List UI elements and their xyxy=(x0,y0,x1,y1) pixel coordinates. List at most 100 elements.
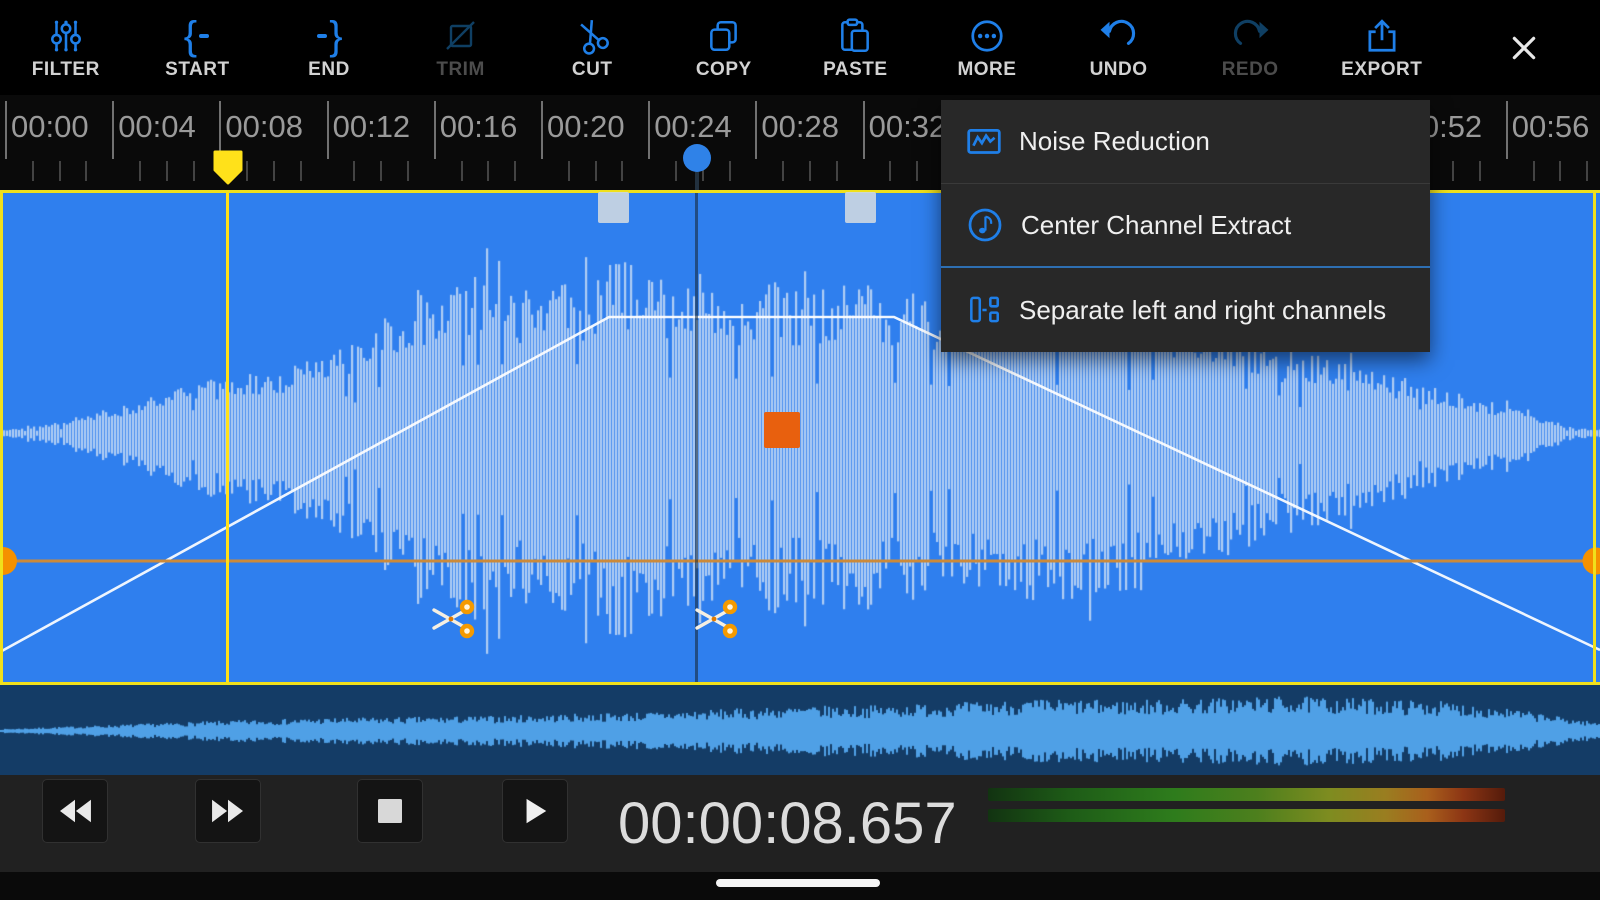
paste-icon xyxy=(836,14,874,58)
undo-icon xyxy=(1100,14,1138,58)
cut-label: CUT xyxy=(572,59,613,81)
center-channel-icon xyxy=(965,205,1005,245)
bottom-strip xyxy=(0,872,1600,900)
undo-button[interactable]: UNDO xyxy=(1053,0,1185,95)
time-display: 00:00:08.657 xyxy=(618,775,957,872)
trim-button: TRIM xyxy=(395,0,527,95)
stop-icon xyxy=(377,798,403,824)
ruler-tick-major xyxy=(1506,101,1508,159)
paste-label: PASTE xyxy=(823,59,887,81)
ruler-label: 00:20 xyxy=(547,109,625,145)
selection-end-icon: } xyxy=(315,14,342,58)
ruler-tick-major xyxy=(863,101,865,159)
toolbar: FILTER { START } END TRIM xyxy=(0,0,1600,95)
cut-scissors-icon xyxy=(573,14,611,58)
ruler-label: 00:08 xyxy=(225,109,303,145)
more-button[interactable]: MORE xyxy=(921,0,1053,95)
ruler-label: 00:00 xyxy=(11,109,89,145)
fade-envelope-line xyxy=(0,317,1600,652)
ruler-tick-major xyxy=(327,101,329,159)
ruler-tick-minor xyxy=(621,161,623,181)
rewind-icon xyxy=(55,796,95,826)
menu-item-separate-channels[interactable]: Separate left and right channels xyxy=(941,268,1430,352)
level-meters xyxy=(988,788,1505,830)
trim-icon xyxy=(443,14,479,58)
paste-button[interactable]: PASTE xyxy=(790,0,922,95)
ruler-label: 00:24 xyxy=(654,109,732,145)
overview-waveform-canvas[interactable] xyxy=(0,685,1600,775)
ruler-tick-minor xyxy=(1533,161,1535,181)
end-button[interactable]: } END xyxy=(263,0,395,95)
cut-button[interactable]: CUT xyxy=(526,0,658,95)
overview-strip[interactable] xyxy=(0,685,1600,775)
more-label: MORE xyxy=(957,59,1016,81)
ruler-tick-minor xyxy=(836,161,838,181)
fast-forward-button[interactable] xyxy=(195,779,261,843)
playhead-marker[interactable] xyxy=(682,143,712,190)
separate-channels-icon xyxy=(965,291,1003,329)
ruler-tick-minor xyxy=(353,161,355,181)
ruler-tick-minor xyxy=(273,161,275,181)
more-menu: Noise Reduction Center Channel Extract xyxy=(941,100,1430,352)
ruler-tick-minor xyxy=(1452,161,1454,181)
stop-button[interactable] xyxy=(357,779,423,843)
split-scissors-icon[interactable] xyxy=(430,597,476,643)
close-button[interactable] xyxy=(1448,0,1600,95)
selection-start-marker[interactable] xyxy=(212,150,244,186)
filter-button[interactable]: FILTER xyxy=(0,0,132,95)
export-button[interactable]: EXPORT xyxy=(1316,0,1448,95)
ruler-tick-minor xyxy=(1559,161,1561,181)
ruler-tick-minor xyxy=(166,161,168,181)
export-icon xyxy=(1363,14,1401,58)
start-button[interactable]: { START xyxy=(132,0,264,95)
volume-handle-right[interactable] xyxy=(1583,548,1600,575)
menu-item-center-channel-extract[interactable]: Center Channel Extract xyxy=(941,184,1430,268)
ruler-tick-minor xyxy=(729,161,731,181)
ruler-tick-minor xyxy=(809,161,811,181)
ruler-tick-minor xyxy=(568,161,570,181)
ruler-tick-minor xyxy=(246,161,248,181)
selection-border-left xyxy=(0,190,3,685)
export-label: EXPORT xyxy=(1341,59,1422,81)
fast-forward-icon xyxy=(208,796,248,826)
ruler-label: 00:32 xyxy=(869,109,947,145)
more-icon xyxy=(968,14,1006,58)
selection-start-icon: { xyxy=(184,14,211,58)
transport-bar: 00:00:08.657 xyxy=(0,775,1600,872)
audio-editor-screen: FILTER { START } END TRIM xyxy=(0,0,1600,900)
trim-label: TRIM xyxy=(436,59,484,81)
play-button[interactable] xyxy=(502,779,568,843)
ruler-tick-minor xyxy=(32,161,34,181)
envelope-node-handle[interactable] xyxy=(845,192,876,223)
ruler-tick-minor xyxy=(139,161,141,181)
rewind-button[interactable] xyxy=(42,779,108,843)
ruler-tick-minor xyxy=(1479,161,1481,181)
ruler-label: 00:12 xyxy=(333,109,411,145)
ruler-tick-minor xyxy=(782,161,784,181)
filter-label: FILTER xyxy=(32,59,100,81)
ruler-tick-minor xyxy=(595,161,597,181)
ruler-tick-minor xyxy=(675,161,677,181)
undo-label: UNDO xyxy=(1090,59,1148,81)
menu-item-noise-reduction[interactable]: Noise Reduction xyxy=(941,100,1430,184)
play-icon xyxy=(521,796,549,826)
split-scissors-icon[interactable] xyxy=(693,597,739,643)
ruler-label: 00:04 xyxy=(118,109,196,145)
ruler-tick-minor xyxy=(461,161,463,181)
end-label: END xyxy=(308,59,350,81)
ruler-tick-major xyxy=(755,101,757,159)
copy-label: COPY xyxy=(696,59,752,81)
envelope-node-handle[interactable] xyxy=(598,192,629,223)
copy-icon xyxy=(705,14,743,58)
ruler-tick-minor xyxy=(85,161,87,181)
clip-marker-square[interactable] xyxy=(764,412,800,448)
ruler-tick-minor xyxy=(916,161,918,181)
ruler-label: 00:28 xyxy=(761,109,839,145)
selection-border-right xyxy=(1593,190,1596,685)
close-icon xyxy=(1509,33,1539,63)
ruler-tick-major xyxy=(648,101,650,159)
ruler-label: 00:16 xyxy=(440,109,518,145)
redo-label: REDO xyxy=(1222,59,1279,81)
redo-button: REDO xyxy=(1184,0,1316,95)
copy-button[interactable]: COPY xyxy=(658,0,790,95)
